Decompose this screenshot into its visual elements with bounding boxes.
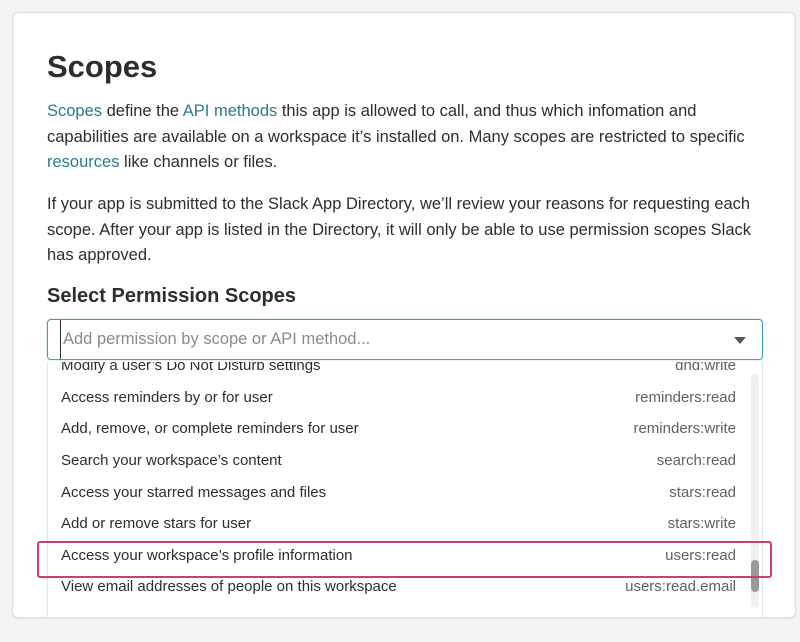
page-title: Scopes (47, 49, 158, 84)
scope-option[interactable]: Add or remove stars for user stars:write (48, 508, 748, 540)
chevron-down-icon[interactable] (734, 337, 746, 344)
dropdown-scrollbar[interactable] (751, 374, 759, 608)
intro-text-3: like channels or files. (119, 153, 278, 171)
scopes-card: Scopes Scopes define the API methods thi… (12, 12, 796, 618)
scope-option[interactable]: Modify a user’s Do Not Disturb settings … (48, 362, 748, 382)
review-notice: If your app is submitted to the Slack Ap… (47, 195, 752, 264)
permission-search-input[interactable] (60, 320, 720, 359)
scope-option-label: Access reminders by or for user (61, 388, 273, 406)
scope-option-value: stars:write (667, 515, 736, 533)
scope-option-label: Search your workspace’s content (61, 452, 282, 470)
scope-option-value: reminders:read (635, 388, 736, 406)
scope-option-value: reminders:write (633, 420, 736, 438)
scope-option-users-read[interactable]: Access your workspace’s profile informat… (48, 540, 748, 572)
scope-option-value: stars:read (669, 483, 736, 501)
scope-options-list[interactable]: Modify a user’s Do Not Disturb settings … (47, 362, 763, 617)
scopes-link[interactable]: Scopes (47, 102, 102, 120)
scope-option[interactable]: Search your workspace’s content search:r… (48, 445, 748, 477)
api-methods-link[interactable]: API methods (183, 102, 277, 120)
intro-text-1: define the (102, 102, 183, 120)
scopes-intro: Scopes define the API methods this app i… (47, 99, 767, 176)
scope-option[interactable]: Add, remove, or complete reminders for u… (48, 413, 748, 445)
scope-option[interactable]: Access your starred messages and files s… (48, 476, 748, 508)
scope-option-value: users:read (665, 546, 736, 564)
scope-option-label: Add, remove, or complete reminders for u… (61, 420, 359, 438)
scrollbar-thumb[interactable] (751, 560, 759, 592)
scope-option-label: View email addresses of people on this w… (61, 578, 397, 596)
scope-option[interactable]: Access reminders by or for user reminder… (48, 382, 748, 414)
scope-option-label: Add or remove stars for user (61, 515, 252, 533)
scope-option-value: dnd:write (675, 362, 736, 375)
section-title: Select Permission Scopes (47, 285, 297, 307)
scope-option-label: Access your starred messages and files (61, 483, 327, 501)
scope-option[interactable]: View email addresses of people on this w… (48, 571, 748, 603)
scope-option-label: Access your workspace’s profile informat… (61, 546, 353, 564)
scope-option-value: users:read.email (625, 578, 736, 596)
resources-link[interactable]: resources (47, 153, 119, 171)
scope-option-label: Modify a user’s Do Not Disturb settings (61, 362, 321, 375)
scope-option-value: search:read (656, 452, 736, 470)
permission-scope-select[interactable] (47, 319, 763, 360)
